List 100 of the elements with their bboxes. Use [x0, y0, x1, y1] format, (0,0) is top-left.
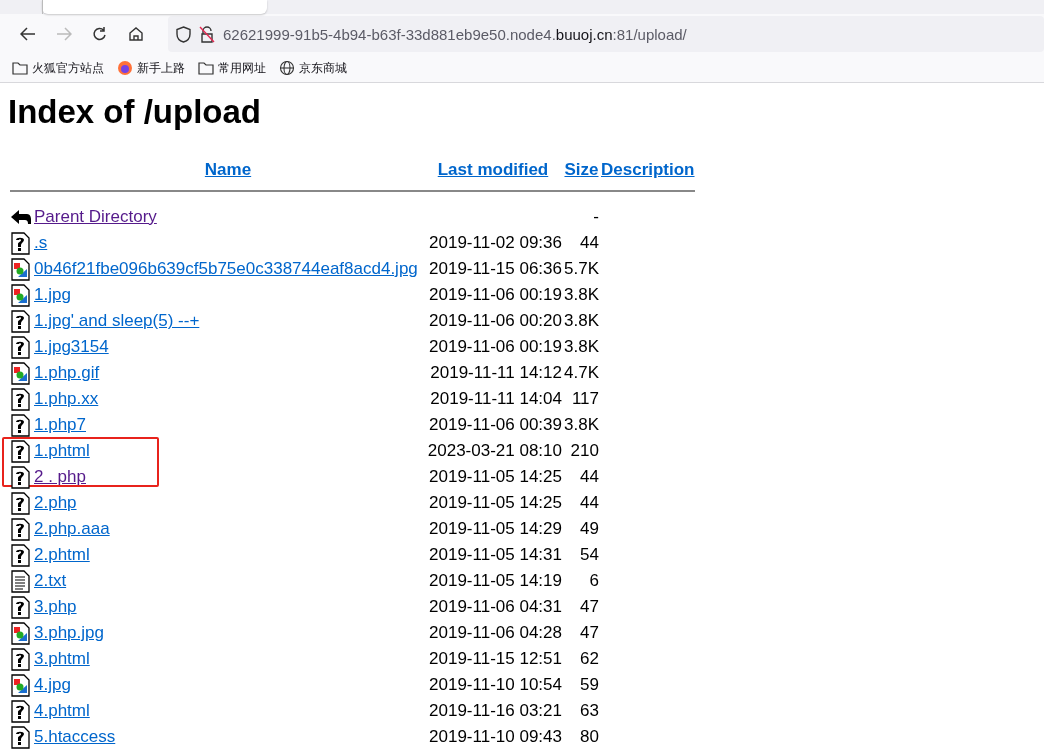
- question-file-icon: [10, 309, 30, 333]
- file-link[interactable]: 1.php.xx: [34, 389, 99, 408]
- modified-date: 2019-11-16 03:21: [429, 701, 562, 720]
- question-file-icon: [10, 413, 30, 437]
- file-link[interactable]: 3.php: [34, 597, 77, 616]
- image-file-icon: [10, 361, 30, 385]
- bookmark-item[interactable]: 京东商城: [279, 59, 347, 77]
- file-link[interactable]: 2.txt: [34, 571, 67, 590]
- question-file-icon: [10, 543, 30, 567]
- file-size: 4.7K: [564, 363, 599, 382]
- modified-date: 2023-03-21 08:10: [427, 441, 562, 460]
- file-size: 44: [580, 493, 599, 512]
- modified-date: 2019-11-15 06:36: [429, 259, 562, 278]
- file-link[interactable]: 1.phtml: [34, 441, 90, 460]
- file-link[interactable]: 1.php.gif: [34, 363, 100, 382]
- file-link[interactable]: 1.jpg: [34, 285, 71, 304]
- forward-icon: [56, 27, 72, 41]
- file-link[interactable]: 2.php.aaa: [34, 519, 110, 538]
- modified-date: 2019-11-06 00:20: [429, 311, 562, 330]
- file-link[interactable]: 1.php7: [34, 415, 86, 434]
- question-file-icon: [10, 439, 30, 463]
- file-size: 63: [580, 701, 599, 720]
- modified-date: 2019-11-05 14:31: [429, 545, 562, 564]
- modified-date: 2019-11-05 14:19: [429, 571, 562, 590]
- file-size: 117: [571, 389, 599, 408]
- file-size: 3.8K: [564, 415, 599, 434]
- file-link[interactable]: 4.jpg: [34, 675, 71, 694]
- folder-icon: [12, 61, 28, 75]
- file-link[interactable]: 1.jpg3154: [34, 337, 109, 356]
- file-link[interactable]: 2 . php: [34, 467, 86, 486]
- question-file-icon: [10, 595, 30, 619]
- modified-date: 2019-11-11 14:04: [430, 389, 562, 408]
- file-size: 80: [580, 727, 599, 746]
- insecure-lock-icon: [199, 25, 215, 43]
- modified-date: 2019-11-05 14:29: [429, 519, 562, 538]
- question-file-icon: [10, 647, 30, 671]
- bookmark-item[interactable]: 新手上路: [117, 59, 185, 77]
- file-link[interactable]: 3.phtml: [34, 649, 90, 668]
- modified-date: 2019-11-10 09:43: [429, 727, 562, 746]
- home-icon: [128, 26, 144, 42]
- question-file-icon: [10, 699, 30, 723]
- file-link[interactable]: 2.php: [34, 493, 77, 512]
- file-size: 5.7K: [564, 259, 599, 278]
- modified-date: 2019-11-02 09:36: [429, 233, 562, 252]
- file-link[interactable]: 1.jpg' and sleep(5) --+: [34, 311, 200, 330]
- file-size: 47: [580, 623, 599, 642]
- file-size: 210: [570, 441, 599, 460]
- file-size: 47: [580, 597, 599, 616]
- back-icon: [20, 27, 36, 41]
- modified-date: 2019-11-06 04:31: [429, 597, 562, 616]
- modified-date: 2019-11-15 12:51: [429, 649, 562, 668]
- url-text: 62621999-91b5-4b94-b63f-33d881eb9e50.node4.buuoj.cn:81/upload/: [223, 25, 687, 43]
- address-bar[interactable]: 62621999-91b5-4b94-b63f-33d881eb9e50.node4.buuoj.cn:81/upload/: [168, 16, 1044, 52]
- browser-logo-icon: [117, 60, 133, 76]
- file-link[interactable]: 4.phtml: [34, 701, 90, 720]
- file-size: 59: [580, 675, 599, 694]
- file-link[interactable]: .s: [34, 233, 48, 252]
- question-file-icon: [10, 335, 30, 359]
- file-link[interactable]: 0b46f21fbe096b639cf5b75e0c338744eaf8acd4.jpg: [34, 259, 418, 278]
- file-size: 3.8K: [564, 285, 599, 304]
- file-size: 3.8K: [564, 311, 599, 330]
- back-arrow-icon: [10, 207, 32, 227]
- question-file-icon: [10, 465, 30, 489]
- reload-icon: [92, 26, 108, 42]
- shield-icon: [176, 25, 191, 43]
- globe-icon: [279, 60, 295, 76]
- modified-date: 2019-11-05 14:25: [429, 493, 562, 512]
- modified-date: 2019-11-05 14:25: [429, 467, 562, 486]
- image-file-icon: [10, 283, 30, 307]
- modified-date: 2019-11-11 14:12: [430, 363, 562, 382]
- modified-date: 2019-11-06 04:28: [429, 623, 562, 642]
- file-link[interactable]: 3.php.jpg: [34, 623, 104, 642]
- question-file-icon: [10, 491, 30, 515]
- file-size: 49: [580, 519, 599, 538]
- file-link[interactable]: Parent Directory: [34, 207, 157, 226]
- column-header-link[interactable]: Size: [564, 160, 599, 179]
- column-header-link[interactable]: Description: [601, 160, 695, 179]
- modified-date: 2019-11-06 00:19: [429, 337, 562, 356]
- modified-date: 2019-11-06 00:19: [429, 285, 562, 304]
- modified-date: 2019-11-10 10:54: [429, 675, 562, 694]
- question-file-icon: [10, 517, 30, 541]
- page-heading: Index of /upload: [8, 93, 262, 131]
- file-size: 62: [580, 649, 599, 668]
- file-link[interactable]: 2.phtml: [34, 545, 90, 564]
- image-file-icon: [10, 257, 30, 281]
- file-size: 54: [580, 545, 599, 564]
- modified-date: 2019-11-06 00:39: [429, 415, 562, 434]
- file-link[interactable]: 5.htaccess: [34, 727, 116, 746]
- file-size: 3.8K: [564, 337, 599, 356]
- image-file-icon: [10, 621, 30, 645]
- question-file-icon: [10, 725, 30, 749]
- file-size: 44: [580, 233, 599, 252]
- file-size: -: [593, 207, 599, 226]
- folder-icon: [198, 61, 214, 75]
- image-file-icon: [10, 673, 30, 697]
- bookmark-item[interactable]: 常用网址: [198, 59, 266, 77]
- bookmark-item[interactable]: 火狐官方站点: [12, 59, 104, 77]
- column-header-link[interactable]: Last modified: [437, 160, 549, 179]
- question-file-icon: [10, 387, 30, 411]
- column-header-link[interactable]: Name: [204, 160, 252, 179]
